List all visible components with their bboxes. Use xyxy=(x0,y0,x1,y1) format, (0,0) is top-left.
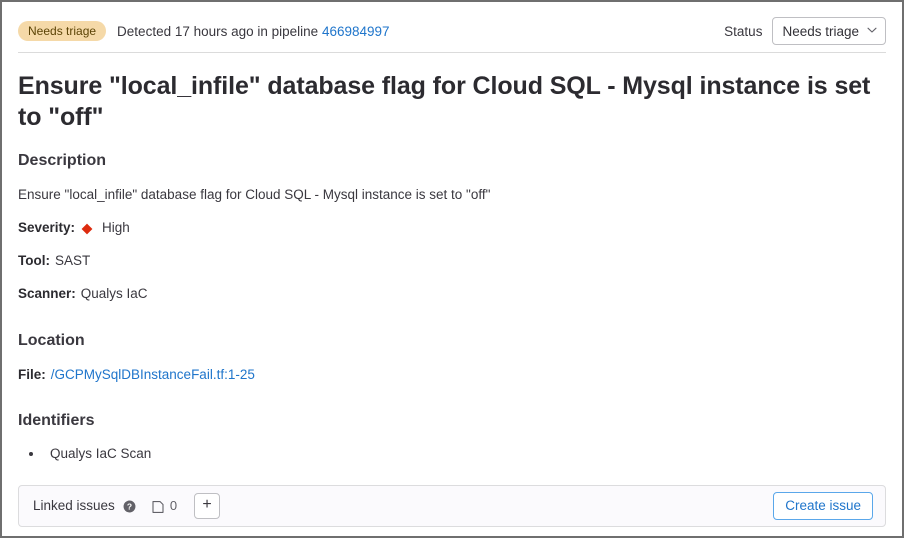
status-dropdown-value: Needs triage xyxy=(782,23,859,39)
description-text: Ensure "local_infile" database flag for … xyxy=(18,186,491,202)
list-item: Qualys IaC Scan xyxy=(44,444,886,464)
linked-issues-count-group: 0 xyxy=(151,498,177,513)
status-badge: Needs triage xyxy=(18,21,107,41)
detail-header: Needs triage Detected 17 hours ago in pi… xyxy=(18,2,886,53)
tool-value: SAST xyxy=(54,253,91,269)
vulnerability-detail-page: Needs triage Detected 17 hours ago in pi… xyxy=(2,2,902,536)
page-title: Ensure "local_infile" database flag for … xyxy=(18,72,871,132)
file-key: File: xyxy=(18,367,46,383)
description-heading: Description xyxy=(18,151,107,169)
status-dropdown[interactable]: Needs triage xyxy=(772,17,886,45)
file-path-link[interactable]: /GCPMySqlDBInstanceFail.tf:1-25 xyxy=(51,366,255,385)
add-linked-issue-button[interactable]: + xyxy=(194,492,221,519)
linked-issues-count: 0 xyxy=(169,498,178,514)
linked-issues-left: Linked issues ? 0 + xyxy=(33,492,221,519)
linked-issues-panel: Linked issues ? 0 + Create issue xyxy=(18,484,886,527)
chevron-down-icon xyxy=(867,25,877,34)
identifiers-heading: Identifiers xyxy=(18,412,95,430)
linked-issues-label: Linked issues xyxy=(33,498,115,514)
detected-text: Detected 17 hours ago in pipeline xyxy=(117,23,319,39)
severity-key: Severity: xyxy=(18,220,76,236)
detail-header-right: Status Needs triage xyxy=(724,17,886,45)
file-row: File: /GCPMySqlDBInstanceFail.tf:1-25 xyxy=(18,366,886,385)
screenshot-frame: Needs triage Detected 17 hours ago in pi… xyxy=(0,0,904,538)
scanner-key: Scanner: xyxy=(18,285,76,301)
tool-row: Tool: SAST xyxy=(18,252,886,271)
create-issue-button[interactable]: Create issue xyxy=(773,491,873,520)
pipeline-link[interactable]: 466984997 xyxy=(322,24,390,39)
detail-header-left: Needs triage Detected 17 hours ago in pi… xyxy=(18,21,390,41)
tool-key: Tool: xyxy=(18,253,50,269)
scanner-row: Scanner: Qualys IaC xyxy=(18,285,886,304)
severity-high-diamond-icon xyxy=(81,223,94,236)
issue-icon xyxy=(151,500,165,514)
severity-row: Severity: High xyxy=(18,219,886,238)
severity-value: High xyxy=(102,220,130,236)
location-heading: Location xyxy=(18,331,85,349)
detected-info: Detected 17 hours ago in pipeline 466984… xyxy=(117,24,390,39)
identifiers-list: Qualys IaC Scan xyxy=(18,444,886,464)
scanner-value: Qualys IaC xyxy=(80,285,148,301)
status-label: Status xyxy=(724,23,763,39)
svg-text:?: ? xyxy=(127,502,132,512)
question-circle-icon[interactable]: ? xyxy=(123,500,136,513)
